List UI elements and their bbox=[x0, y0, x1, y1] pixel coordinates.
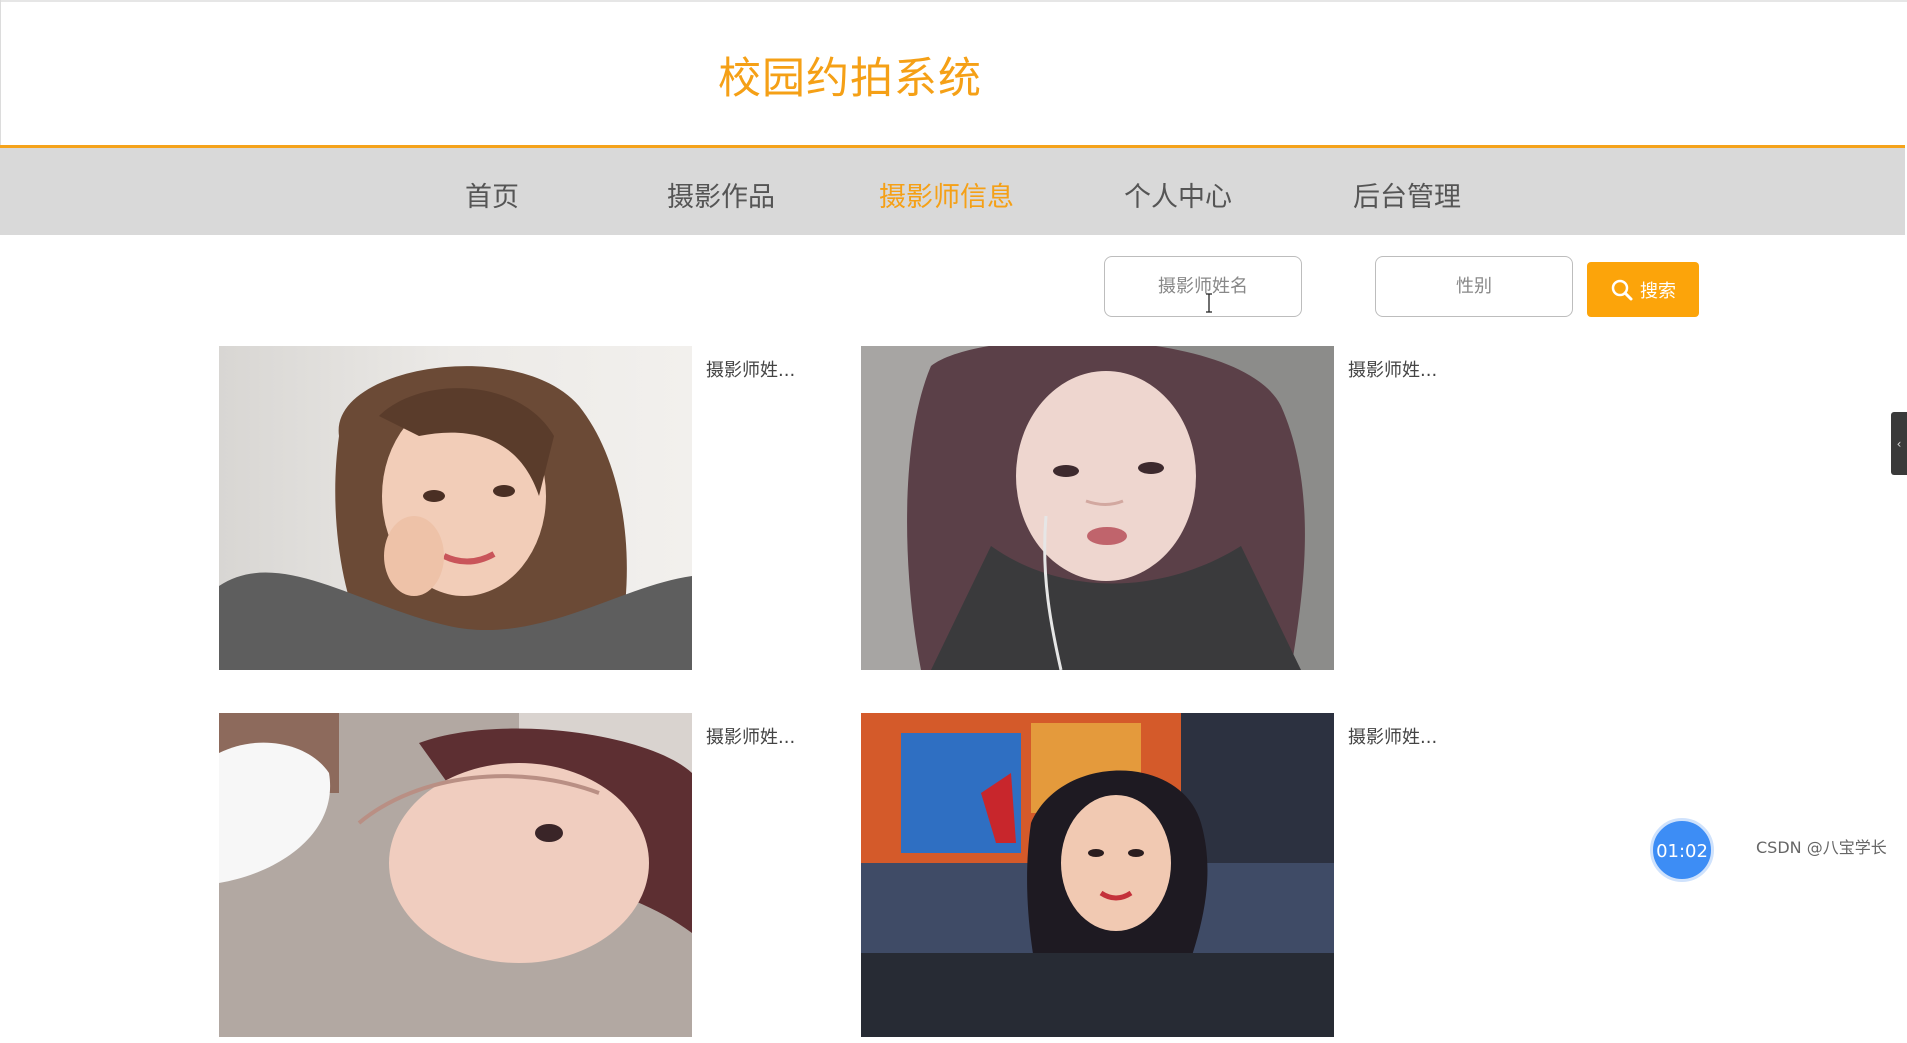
photographer-name: 摄影师姓... bbox=[1348, 727, 1438, 748]
photographer-card[interactable]: 摄影师姓... bbox=[219, 346, 795, 676]
photographer-name-input[interactable] bbox=[1104, 256, 1302, 317]
photographer-photo[interactable] bbox=[861, 346, 1334, 670]
photographer-photo[interactable] bbox=[219, 713, 692, 1037]
left-border bbox=[0, 0, 1, 147]
gender-input[interactable] bbox=[1375, 256, 1573, 317]
main-nav: 首页 摄影作品 摄影师信息 个人中心 后台管理 bbox=[0, 145, 1905, 235]
photographer-card[interactable]: 摄影师姓... bbox=[861, 346, 1437, 676]
search-button-label: 搜索 bbox=[1640, 280, 1676, 302]
top-border bbox=[0, 0, 1907, 2]
watermark: CSDN @八宝学长 bbox=[1756, 838, 1887, 857]
nav-item-works[interactable]: 摄影作品 bbox=[667, 175, 775, 214]
side-panel-toggle[interactable]: ‹ bbox=[1891, 412, 1907, 475]
nav-item-admin[interactable]: 后台管理 bbox=[1353, 175, 1461, 214]
text-cursor-icon bbox=[1206, 293, 1212, 313]
search-button[interactable]: 搜索 bbox=[1587, 262, 1699, 317]
photographer-name: 摄影师姓... bbox=[706, 360, 796, 381]
photographer-name: 摄影师姓... bbox=[1348, 360, 1438, 381]
photographer-photo[interactable] bbox=[219, 346, 692, 670]
photographer-name: 摄影师姓... bbox=[706, 727, 796, 748]
chevron-left-icon: ‹ bbox=[1896, 436, 1902, 451]
photographer-card[interactable]: 摄影师姓... bbox=[219, 713, 795, 1043]
site-title: 校园约拍系统 bbox=[718, 54, 982, 104]
timer-badge: 01:02 bbox=[1650, 818, 1714, 882]
nav-item-photographers[interactable]: 摄影师信息 bbox=[879, 175, 1014, 214]
search-icon bbox=[1611, 279, 1633, 300]
nav-item-personal-center[interactable]: 个人中心 bbox=[1124, 175, 1232, 214]
nav-item-home[interactable]: 首页 bbox=[465, 175, 519, 214]
photographer-card[interactable]: 摄影师姓... bbox=[861, 713, 1437, 1043]
photographer-photo[interactable] bbox=[861, 713, 1334, 1037]
